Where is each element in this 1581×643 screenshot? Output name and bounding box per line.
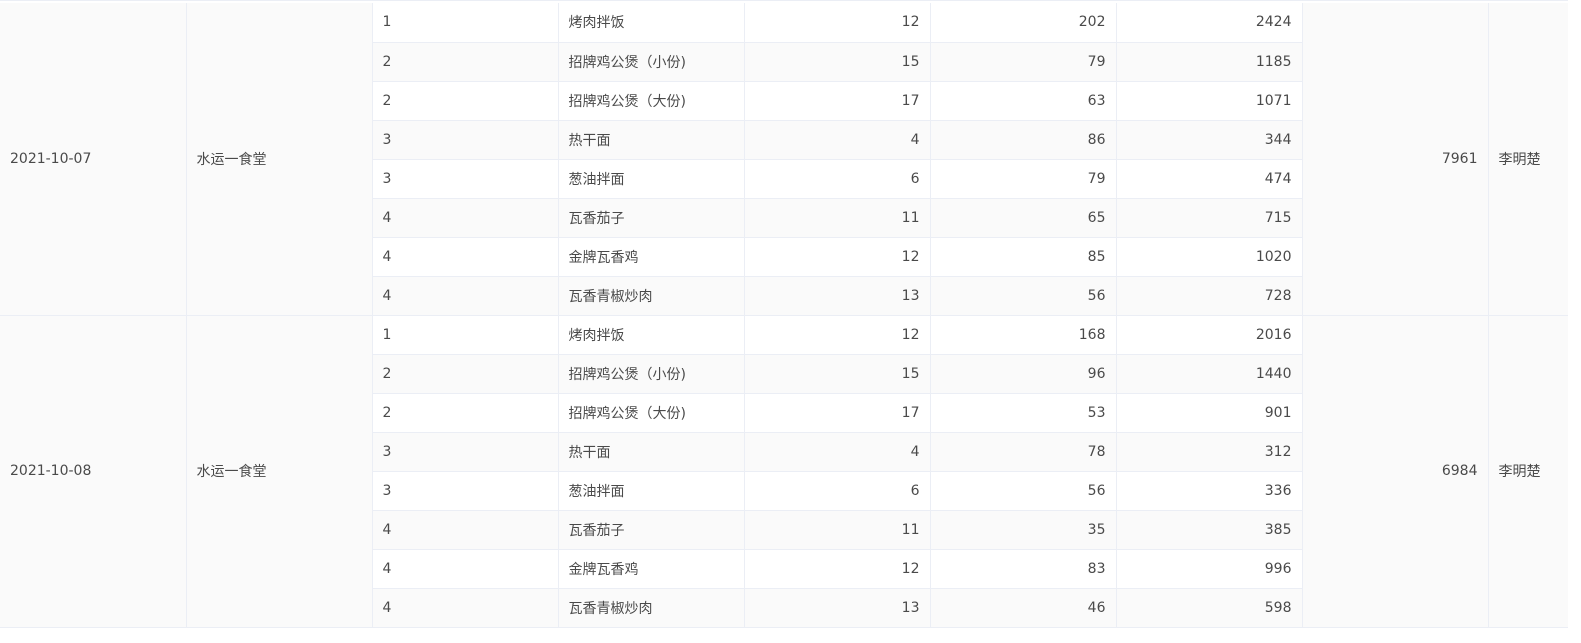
dish-name-cell: 招牌鸡公煲（小份) — [558, 42, 745, 82]
quantity-cell: 35 — [930, 510, 1117, 550]
window-cell: 1 — [372, 315, 559, 355]
quantity-cell: 46 — [930, 588, 1117, 628]
quantity-cell: 79 — [930, 159, 1117, 199]
amount-cell: 728 — [1116, 276, 1303, 316]
price-cell: 6 — [744, 159, 931, 199]
window-cell: 2 — [372, 354, 559, 394]
window-cell: 4 — [372, 510, 559, 550]
date-cell: 2021-10-08 — [0, 315, 187, 628]
date-cell: 2021-10-07 — [0, 3, 187, 316]
price-cell: 17 — [744, 81, 931, 121]
quantity-cell: 63 — [930, 81, 1117, 121]
dish-name-cell: 瓦香青椒炒肉 — [558, 276, 745, 316]
price-cell: 6 — [744, 471, 931, 511]
amount-cell: 312 — [1116, 432, 1303, 472]
amount-cell: 344 — [1116, 120, 1303, 160]
window-cell: 4 — [372, 276, 559, 316]
table-row: 2021-10-08 水运一食堂 1 烤肉拌饭 12 168 2016 6984 李明楚 — [0, 315, 1568, 628]
price-cell: 12 — [744, 549, 931, 589]
amount-cell: 336 — [1116, 471, 1303, 511]
amount-cell: 598 — [1116, 588, 1303, 628]
quantity-cell: 85 — [930, 237, 1117, 277]
window-cell: 1 — [372, 3, 559, 43]
dish-name-cell: 瓦香茄子 — [558, 198, 745, 238]
canteen-cell: 水运一食堂 — [186, 315, 373, 628]
window-cell: 4 — [372, 198, 559, 238]
window-cell: 4 — [372, 237, 559, 277]
table-body: 2021-10-07 水运一食堂 1 烤肉拌饭 12 202 2424 7961 李明楚 2 招牌鸡… — [0, 3, 1568, 628]
window-cell: 3 — [372, 120, 559, 160]
price-cell: 17 — [744, 393, 931, 433]
quantity-cell: 86 — [930, 120, 1117, 160]
price-cell: 13 — [744, 276, 931, 316]
dish-name-cell: 烤肉拌饭 — [558, 3, 745, 43]
quantity-cell: 56 — [930, 471, 1117, 511]
amount-cell: 474 — [1116, 159, 1303, 199]
dish-name-cell: 热干面 — [558, 120, 745, 160]
quantity-cell: 83 — [930, 549, 1117, 589]
window-cell: 3 — [372, 159, 559, 199]
window-cell: 2 — [372, 393, 559, 433]
amount-cell: 715 — [1116, 198, 1303, 238]
quantity-cell: 168 — [930, 315, 1117, 355]
amount-cell: 2016 — [1116, 315, 1303, 355]
dish-name-cell: 葱油拌面 — [558, 471, 745, 511]
price-cell: 15 — [744, 354, 931, 394]
amount-cell: 901 — [1116, 393, 1303, 433]
dish-name-cell: 金牌瓦香鸡 — [558, 549, 745, 589]
window-cell: 3 — [372, 432, 559, 472]
amount-cell: 996 — [1116, 549, 1303, 589]
price-cell: 11 — [744, 198, 931, 238]
dish-name-cell: 瓦香青椒炒肉 — [558, 588, 745, 628]
quantity-cell: 78 — [930, 432, 1117, 472]
dish-name-cell: 瓦香茄子 — [558, 510, 745, 550]
window-cell: 4 — [372, 588, 559, 628]
quantity-cell: 96 — [930, 354, 1117, 394]
quantity-cell: 79 — [930, 42, 1117, 82]
quantity-cell: 202 — [930, 3, 1117, 43]
price-cell: 4 — [744, 432, 931, 472]
window-cell: 2 — [372, 42, 559, 82]
price-cell: 13 — [744, 588, 931, 628]
quantity-cell: 53 — [930, 393, 1117, 433]
dish-name-cell: 招牌鸡公煲（大份) — [558, 393, 745, 433]
dish-name-cell: 热干面 — [558, 432, 745, 472]
window-cell: 2 — [372, 81, 559, 121]
amount-cell: 1071 — [1116, 81, 1303, 121]
price-cell: 15 — [744, 42, 931, 82]
table-row: 2021-10-07 水运一食堂 1 烤肉拌饭 12 202 2424 7961 李明楚 — [0, 3, 1568, 316]
window-cell: 3 — [372, 471, 559, 511]
report-table-container: 2021-10-07 水运一食堂 1 烤肉拌饭 12 202 2424 7961 李明楚 2 招牌鸡… — [0, 0, 1568, 643]
dish-name-cell: 烤肉拌饭 — [558, 315, 745, 355]
manager-cell: 李明楚 — [1488, 3, 1568, 316]
price-cell: 11 — [744, 510, 931, 550]
amount-cell: 1185 — [1116, 42, 1303, 82]
price-cell: 12 — [744, 3, 931, 43]
price-cell: 12 — [744, 237, 931, 277]
amount-cell: 385 — [1116, 510, 1303, 550]
canteen-sales-table: 2021-10-07 水运一食堂 1 烤肉拌饭 12 202 2424 7961 李明楚 2 招牌鸡… — [0, 3, 1568, 628]
amount-cell: 1020 — [1116, 237, 1303, 277]
window-cell: 4 — [372, 549, 559, 589]
quantity-cell: 65 — [930, 198, 1117, 238]
price-cell: 4 — [744, 120, 931, 160]
canteen-cell: 水运一食堂 — [186, 3, 373, 316]
dish-name-cell: 葱油拌面 — [558, 159, 745, 199]
daily-total-cell: 7961 — [1302, 3, 1489, 316]
manager-cell: 李明楚 — [1488, 315, 1568, 628]
dish-name-cell: 金牌瓦香鸡 — [558, 237, 745, 277]
dish-name-cell: 招牌鸡公煲（小份) — [558, 354, 745, 394]
dish-name-cell: 招牌鸡公煲（大份) — [558, 81, 745, 121]
amount-cell: 1440 — [1116, 354, 1303, 394]
daily-total-cell: 6984 — [1302, 315, 1489, 628]
quantity-cell: 56 — [930, 276, 1117, 316]
price-cell: 12 — [744, 315, 931, 355]
amount-cell: 2424 — [1116, 3, 1303, 43]
